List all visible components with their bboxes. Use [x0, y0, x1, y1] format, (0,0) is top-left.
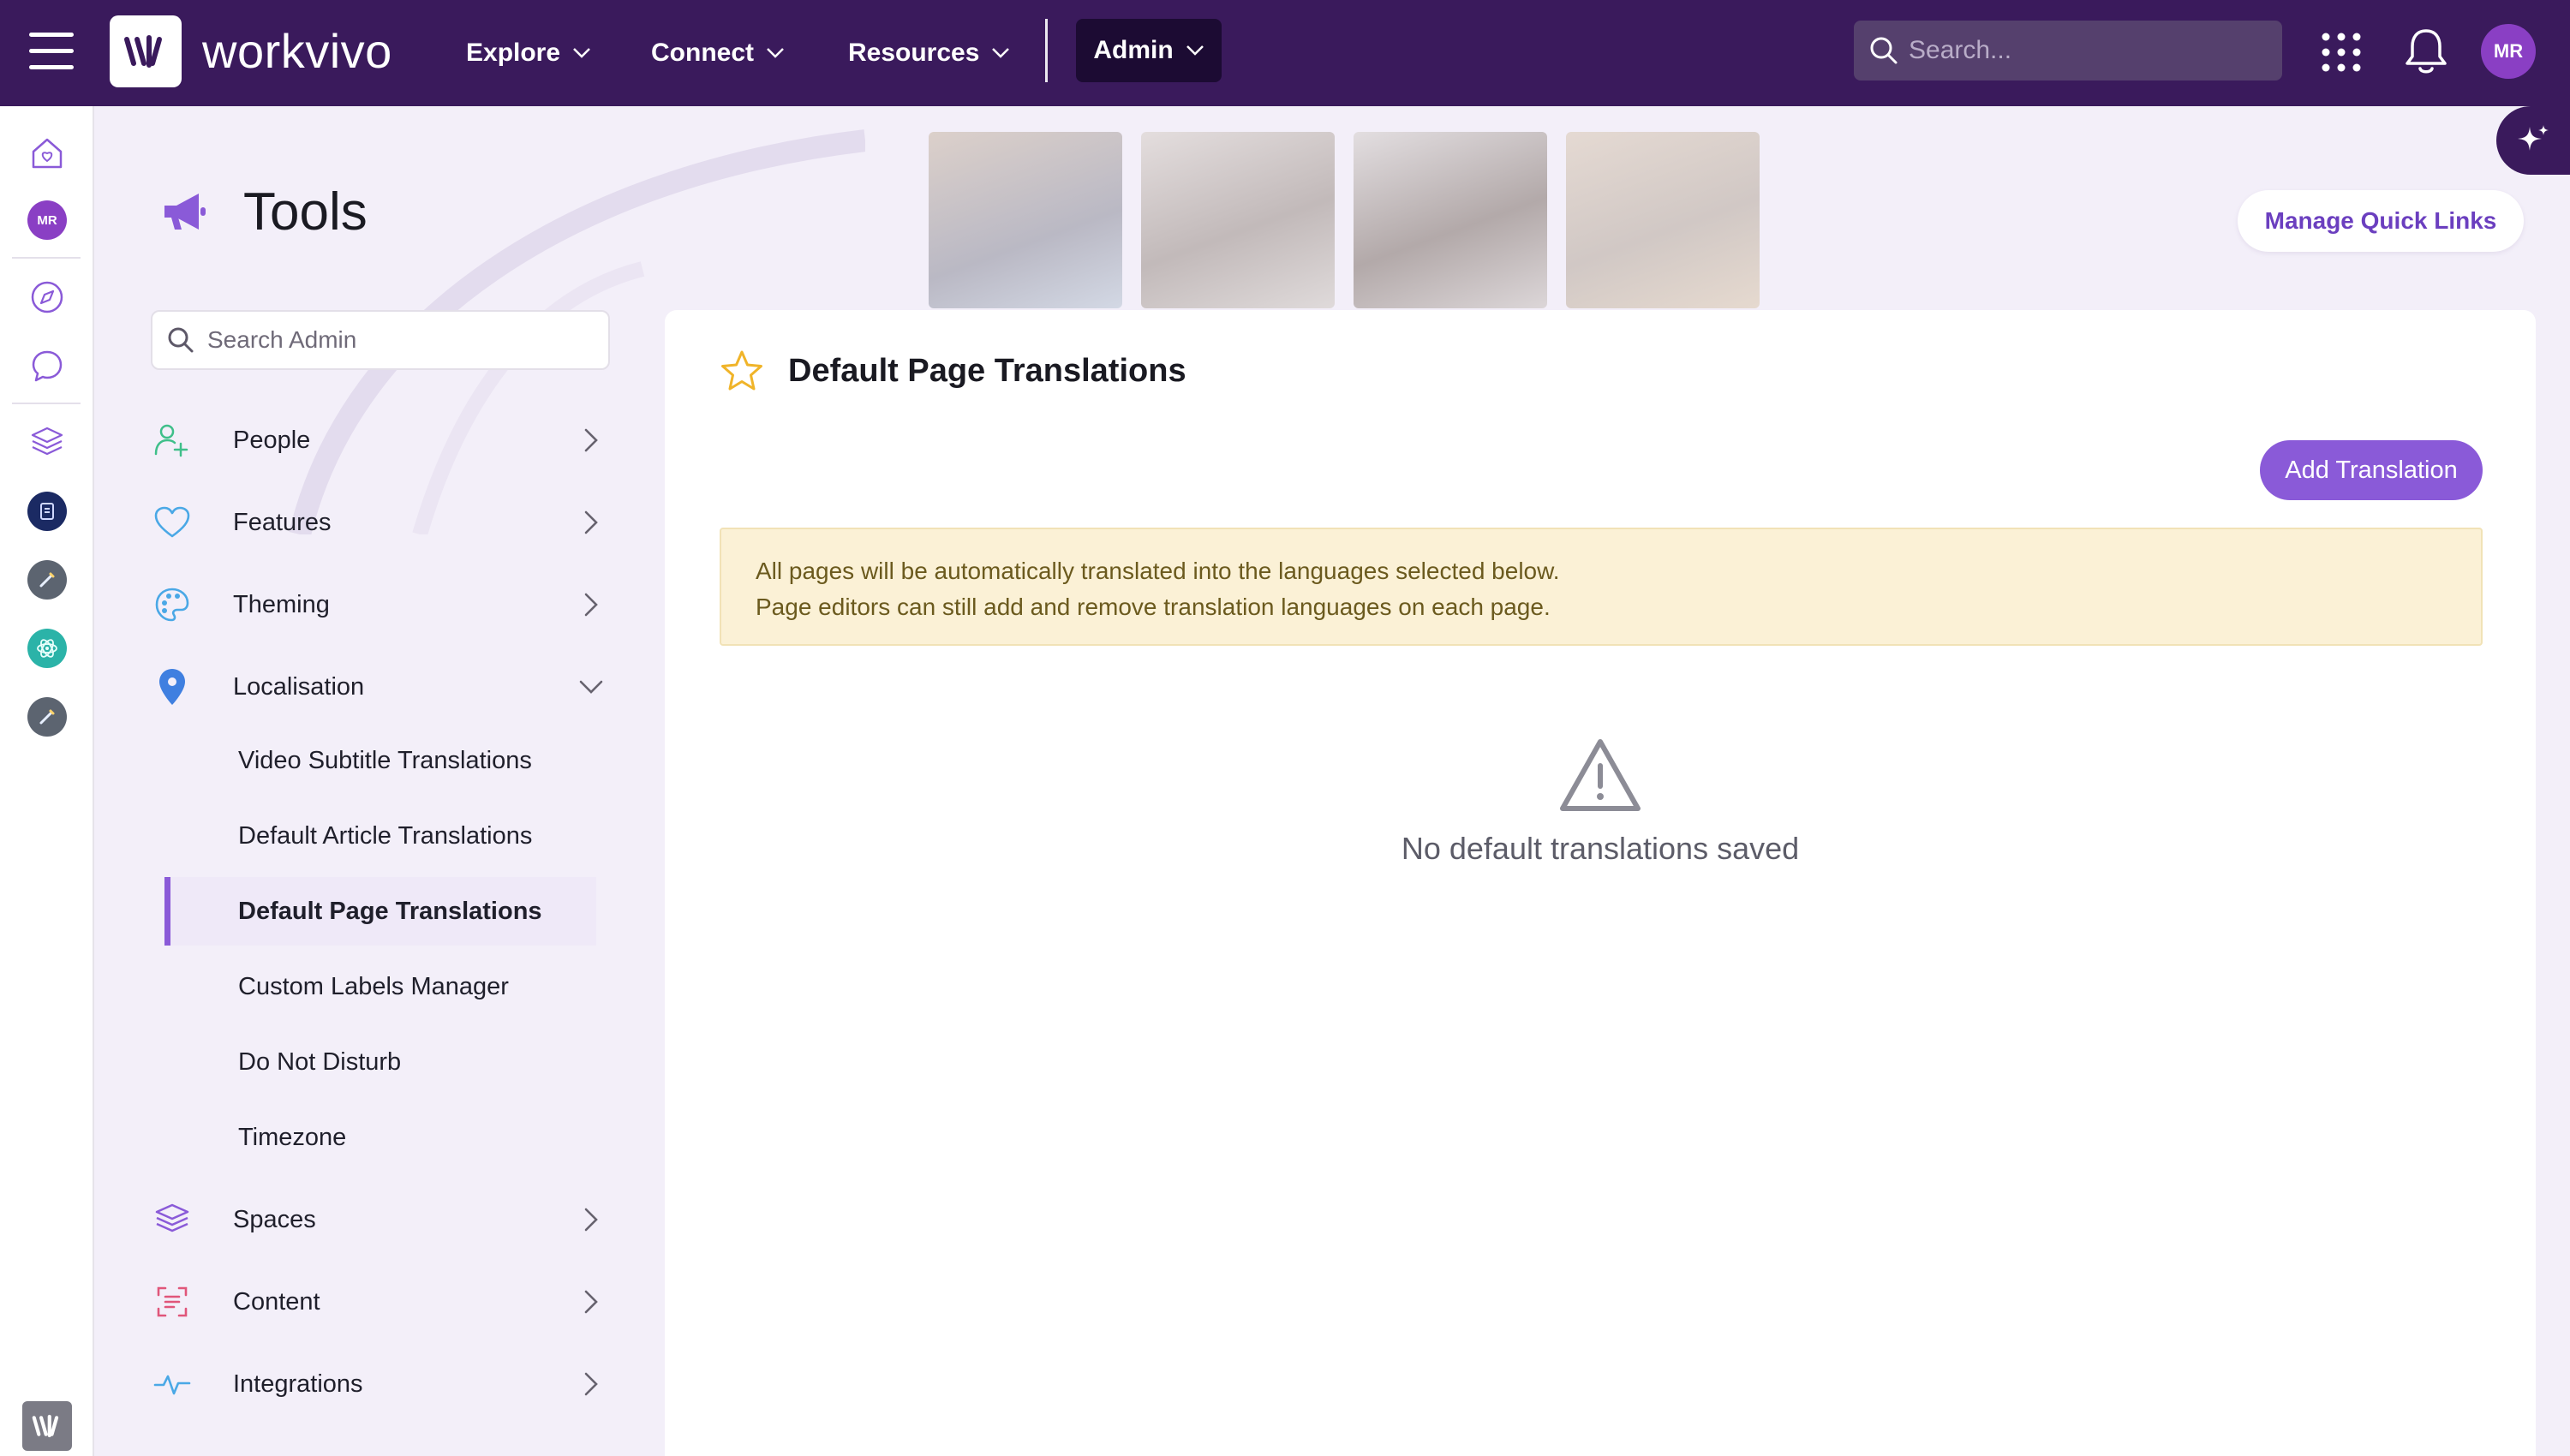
notice-line: Page editors can still add and remove tr… [756, 594, 1551, 620]
layers-icon [152, 1200, 192, 1239]
chevron-right-icon [584, 1372, 598, 1396]
global-search-input[interactable] [1909, 36, 2268, 65]
menu-item-spaces[interactable]: Spaces [151, 1185, 610, 1254]
submenu-video-subtitle-translations[interactable]: Video Subtitle Translations [164, 726, 596, 795]
nav-admin-label: Admin [1093, 36, 1174, 64]
add-person-icon [152, 421, 192, 460]
menu-item-label: Theming [233, 590, 330, 618]
menu-item-label: Localisation [233, 672, 365, 701]
menu-item-content[interactable]: Content [151, 1268, 610, 1336]
nav-resources[interactable]: Resources [848, 0, 1010, 106]
workvivo-rail-logo-icon[interactable] [22, 1401, 72, 1451]
submenu-do-not-disturb[interactable]: Do Not Disturb [164, 1028, 596, 1096]
hero-photo [1566, 132, 1760, 308]
main-content-card: Default Page Translations Add Translatio… [665, 310, 2536, 1456]
submenu-custom-labels-manager[interactable]: Custom Labels Manager [164, 952, 596, 1021]
add-translation-button[interactable]: Add Translation [2260, 440, 2483, 500]
card-header: Default Page Translations [720, 349, 1186, 392]
menu-item-label: Spaces [233, 1205, 316, 1233]
menu-icon[interactable] [29, 33, 74, 70]
chevron-down-icon [767, 48, 784, 58]
chevron-right-icon [584, 428, 598, 452]
chevron-down-icon [1186, 45, 1204, 56]
chat-icon[interactable] [27, 346, 67, 385]
space-badge-icon[interactable] [27, 492, 67, 531]
menu-item-integrations[interactable]: Integrations [151, 1350, 610, 1418]
chevron-down-icon [579, 680, 603, 694]
star-icon[interactable] [720, 349, 764, 392]
hero-photo [1354, 132, 1547, 308]
user-avatar[interactable]: MR [2481, 24, 2536, 79]
submenu-default-article-translations[interactable]: Default Article Translations [164, 802, 596, 870]
submenu-default-page-translations[interactable]: Default Page Translations [164, 877, 596, 946]
space-science-icon[interactable] [27, 629, 67, 668]
menu-item-label: People [233, 426, 311, 454]
nav-connect-label: Connect [651, 39, 754, 67]
rail-divider [12, 403, 81, 404]
megaphone-icon [164, 193, 206, 230]
page-header: Tools [161, 182, 368, 242]
hero-photo [1141, 132, 1335, 308]
manage-quick-links-button[interactable]: Manage Quick Links [2238, 190, 2524, 252]
home-icon[interactable] [27, 134, 67, 173]
heart-icon [152, 503, 192, 542]
nav-admin[interactable]: Admin [1076, 19, 1222, 82]
nav-connect[interactable]: Connect [651, 0, 785, 106]
location-pin-icon [152, 667, 192, 707]
chevron-right-icon [584, 593, 598, 617]
notification-bell-icon[interactable] [2404, 27, 2448, 75]
rail-divider [12, 257, 81, 259]
palette-icon [152, 585, 192, 624]
global-search[interactable] [1854, 21, 2282, 81]
chevron-right-icon [584, 510, 598, 534]
document-scan-icon [152, 1282, 192, 1322]
hero-photo [929, 132, 1122, 308]
ai-assistant-button[interactable] [2496, 106, 2570, 175]
admin-search-input[interactable] [207, 326, 601, 354]
notice-line: All pages will be automatically translat… [756, 558, 1560, 584]
nav-divider [1045, 19, 1048, 82]
nav-resources-label: Resources [848, 39, 980, 67]
card-title: Default Page Translations [788, 352, 1186, 389]
submenu-timezone[interactable]: Timezone [164, 1103, 596, 1172]
rail-user-avatar[interactable]: MR [27, 200, 67, 240]
space-tools-icon-2[interactable] [27, 697, 67, 737]
chevron-down-icon [992, 48, 1010, 58]
chevron-right-icon [584, 1290, 598, 1314]
workvivo-logo-icon[interactable] [110, 15, 182, 87]
spaces-layers-icon[interactable] [27, 421, 67, 461]
chevron-right-icon [584, 1208, 598, 1232]
brand-name[interactable]: workvivo [202, 22, 392, 81]
menu-item-label: Integrations [233, 1369, 363, 1398]
compass-icon[interactable] [27, 277, 67, 317]
menu-item-label: Content [233, 1287, 320, 1316]
sparkle-icon [2518, 125, 2549, 151]
chevron-down-icon [573, 48, 590, 58]
info-notice: All pages will be automatically translat… [720, 528, 2483, 646]
menu-item-label: Features [233, 508, 332, 536]
apps-grid-icon[interactable] [2322, 33, 2361, 72]
page-title: Tools [243, 182, 368, 242]
menu-item-theming[interactable]: Theming [151, 570, 610, 639]
admin-search[interactable] [151, 310, 610, 370]
nav-explore-label: Explore [466, 39, 561, 67]
top-navigation-bar: workvivo Explore Connect Resources Admin… [0, 0, 2570, 106]
menu-item-localisation[interactable]: Localisation [151, 653, 610, 721]
empty-state-text: No default translations saved [1401, 831, 1800, 866]
menu-item-people[interactable]: People [151, 406, 610, 474]
search-icon [1870, 37, 1898, 64]
menu-item-features[interactable]: Features [151, 488, 610, 557]
nav-explore[interactable]: Explore [466, 0, 591, 106]
pulse-icon [152, 1364, 192, 1404]
space-tools-icon[interactable] [27, 560, 67, 600]
left-rail: MR [0, 106, 94, 1456]
search-icon [168, 327, 194, 353]
warning-triangle-icon [1560, 739, 1641, 811]
